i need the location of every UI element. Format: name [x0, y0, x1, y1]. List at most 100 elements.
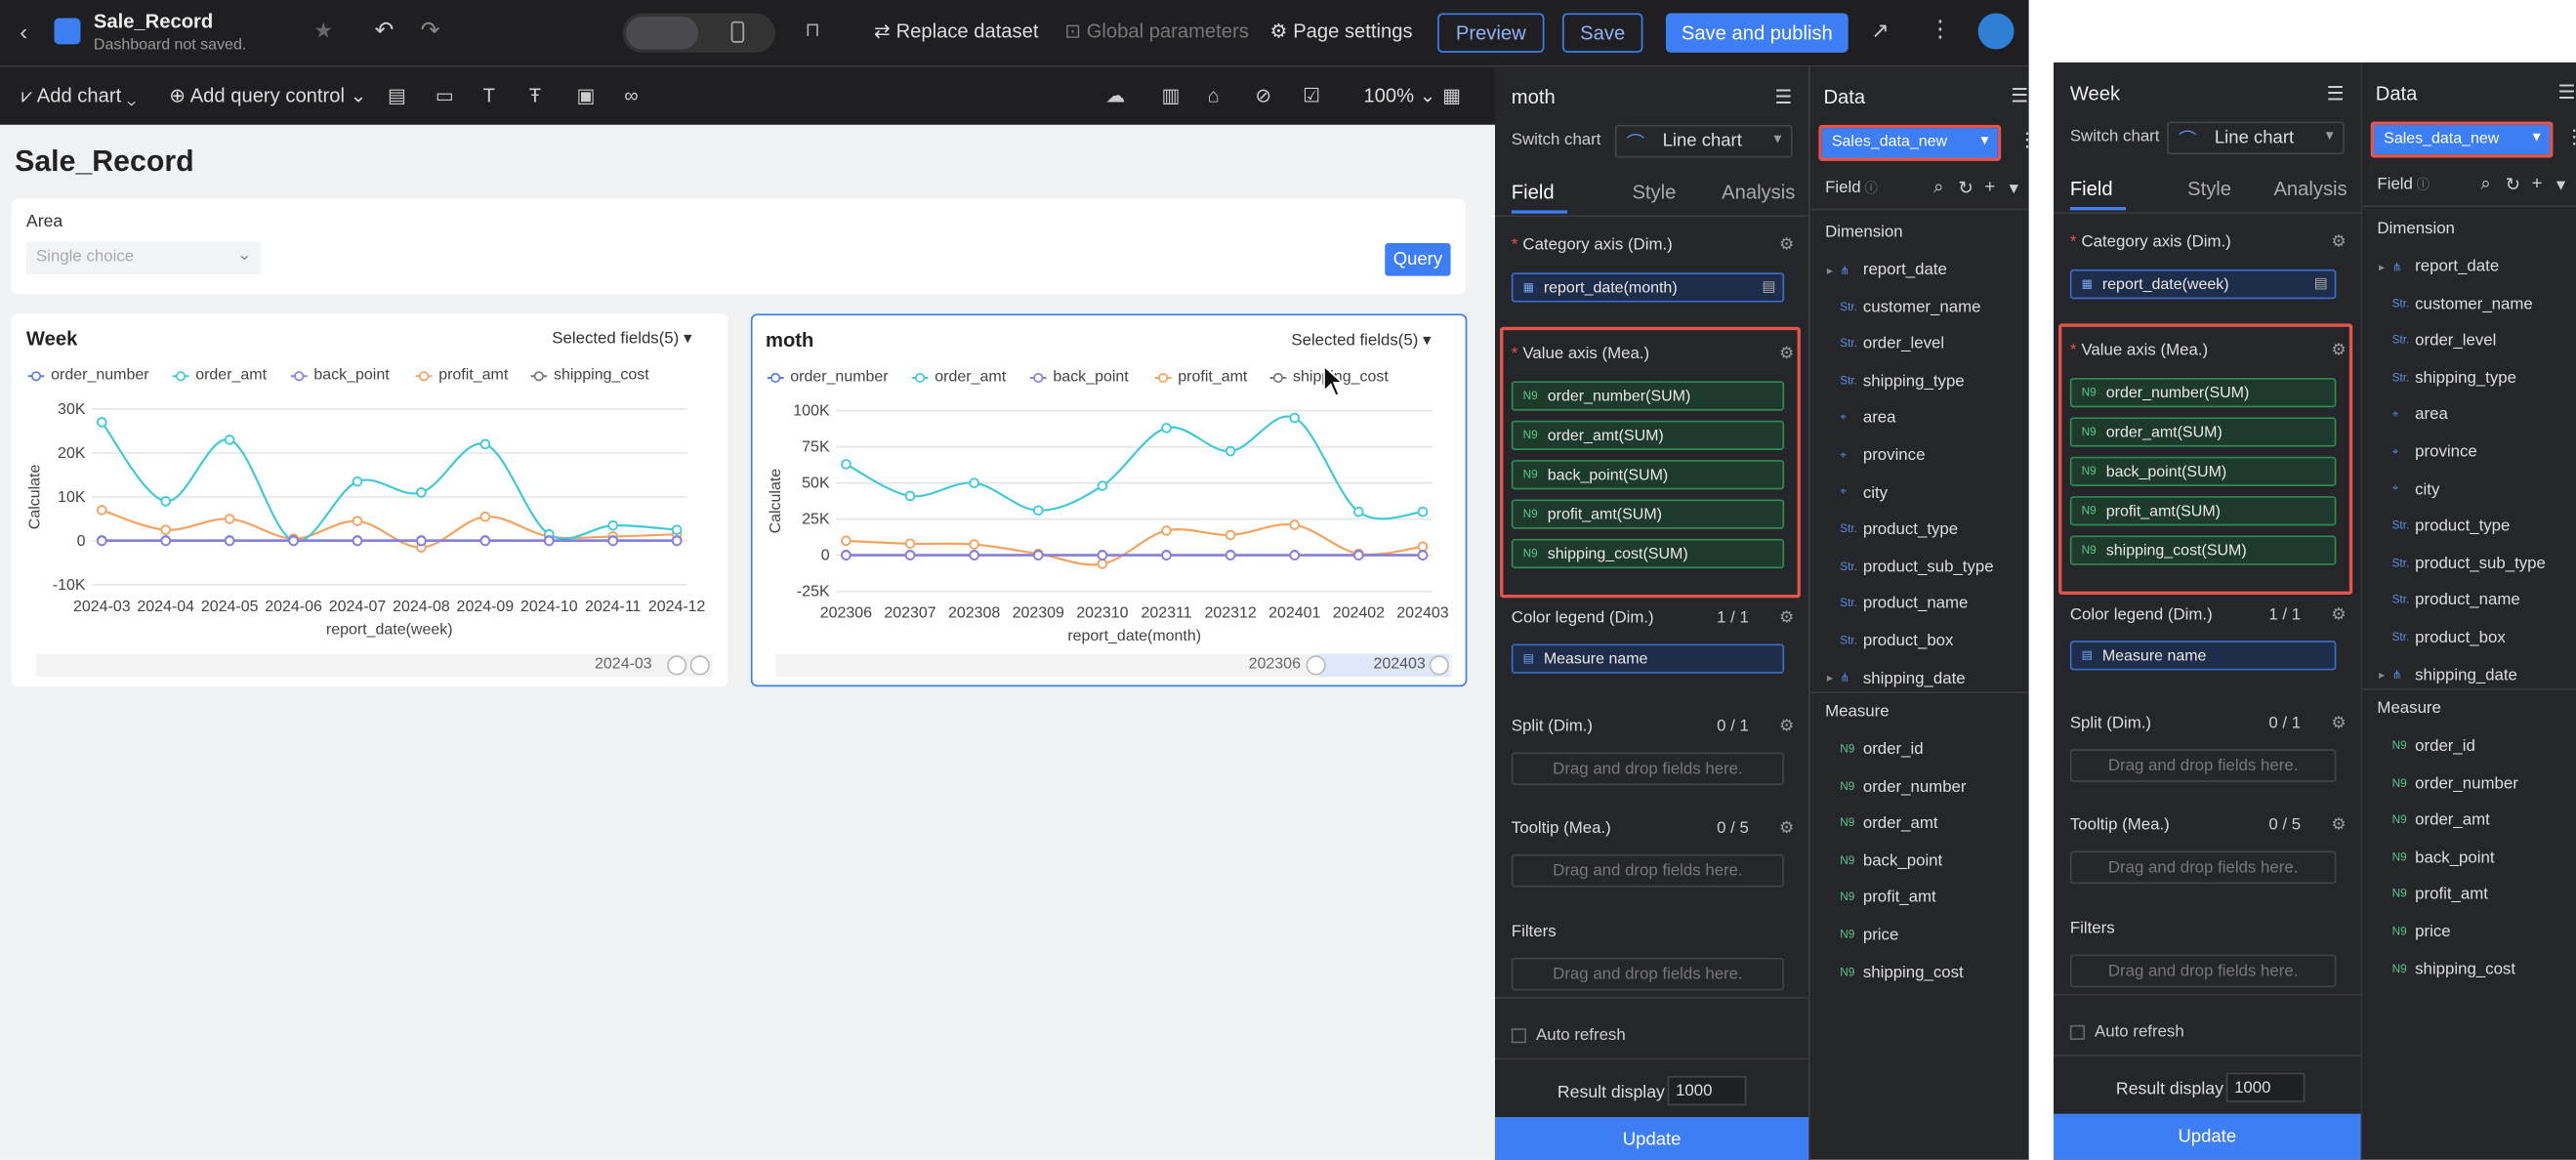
- settings-icon[interactable]: ⚙: [1779, 718, 1794, 736]
- tab-icon[interactable]: ▭: [436, 84, 454, 107]
- legend-item[interactable]: order_number: [27, 366, 149, 385]
- dimension-field[interactable]: ⌖ area: [1827, 410, 1895, 429]
- tab-analysis[interactable]: Analysis: [1722, 181, 1795, 204]
- star-icon[interactable]: ★: [313, 19, 333, 45]
- chevron-down-icon[interactable]: ▾: [2556, 174, 2565, 195]
- dataset-select[interactable]: Sales_data_new ▼: [1821, 128, 1998, 158]
- dataset-select[interactable]: Sales_data_new ▼: [2374, 124, 2551, 155]
- dimension-field[interactable]: ▸ ⋔ shipping_date: [1827, 670, 1966, 688]
- measure-field[interactable]: N9 profit_amt: [1840, 890, 1935, 908]
- search-icon[interactable]: ⌕: [1933, 178, 1943, 199]
- filters-dropzone[interactable]: Drag and drop fields here.: [2069, 954, 2337, 988]
- query-button[interactable]: Query: [1385, 242, 1451, 276]
- split-dropzone[interactable]: Drag and drop fields here.: [2069, 749, 2337, 782]
- dimension-field[interactable]: ⌖ province: [2379, 443, 2477, 462]
- selected-fields-dropdown[interactable]: Selected fields(5) ▾: [1291, 332, 1431, 351]
- dimension-field[interactable]: ⌖ province: [1827, 447, 1925, 466]
- add-chart-button[interactable]: ⩗ Add chart ⌄: [21, 84, 136, 108]
- settings-icon[interactable]: ⚙: [2331, 342, 2346, 360]
- menu-icon[interactable]: ☰: [1774, 85, 1792, 108]
- avatar[interactable]: [1977, 13, 2015, 50]
- doc-icon[interactable]: ▥: [1161, 84, 1180, 107]
- settings-icon[interactable]: ⚙: [1779, 609, 1794, 628]
- menu-icon[interactable]: ☰: [2011, 84, 2028, 107]
- measure-field[interactable]: N9 order_number: [1840, 778, 1966, 797]
- redo-icon[interactable]: ↷: [421, 17, 440, 45]
- tab-analysis[interactable]: Analysis: [2273, 178, 2347, 201]
- legend-item[interactable]: back_point: [290, 366, 390, 385]
- refresh-icon[interactable]: ↻: [2506, 174, 2521, 195]
- sort-icon[interactable]: ▤: [2314, 274, 2328, 293]
- chart-type-select[interactable]: Line chart ⌒ ▼: [2167, 121, 2345, 155]
- dimension-field[interactable]: ▸ ⋔ shipping_date: [2379, 666, 2517, 684]
- dimension-field[interactable]: ⌖ area: [2379, 406, 2448, 425]
- mobile-icon[interactable]: [730, 21, 745, 43]
- dimension-field[interactable]: ⌖ city: [1827, 484, 1888, 503]
- category-field-chip[interactable]: ▦ report_date(week) ▤: [2069, 269, 2337, 300]
- add-icon[interactable]: +: [2532, 174, 2543, 193]
- menu-icon[interactable]: ☰: [2327, 82, 2345, 105]
- settings-icon[interactable]: ⚙: [2331, 715, 2346, 733]
- legend-field-chip[interactable]: ▤ Measure name: [1511, 643, 1785, 674]
- desktop-icon[interactable]: [625, 16, 699, 50]
- chart-card-moth[interactable]: moth Selected fields(5) ▾ order_number or…: [750, 313, 1468, 687]
- dimension-field[interactable]: Str. product_type: [2379, 518, 2511, 536]
- result-display-input[interactable]: 1000: [2225, 1072, 2306, 1102]
- global-params-button[interactable]: ⊡ Global parameters: [1064, 20, 1249, 43]
- dimension-field[interactable]: Str. shipping_type: [1827, 373, 1964, 392]
- dimension-field[interactable]: Str. product_box: [1827, 633, 1953, 651]
- result-display-input[interactable]: 1000: [1667, 1075, 1747, 1106]
- refresh-icon[interactable]: ↻: [1958, 178, 1974, 198]
- chart-scrollbar[interactable]: 202306 202403: [775, 653, 1453, 678]
- measure-field[interactable]: N9 order_amt: [2392, 811, 2490, 830]
- settings-icon[interactable]: ⚙: [1779, 236, 1794, 255]
- measure-field[interactable]: N9 order_id: [1840, 741, 1923, 760]
- expand-icon[interactable]: ▸: [2379, 669, 2391, 683]
- dimension-field[interactable]: Str. product_type: [1827, 521, 1958, 540]
- settings-icon[interactable]: ⚙: [2331, 816, 2346, 835]
- category-field-chip[interactable]: ▦ report_date(month) ▤: [1511, 272, 1785, 303]
- back-icon[interactable]: ‹: [20, 19, 27, 45]
- auto-refresh-checkbox[interactable]: [2069, 1024, 2085, 1040]
- lock-icon[interactable]: ⊓: [805, 19, 820, 42]
- sort-icon[interactable]: ▤: [1762, 277, 1775, 296]
- legend-field-chip[interactable]: ▤ Measure name: [2069, 641, 2337, 671]
- preview-button[interactable]: Preview: [1437, 13, 1545, 53]
- measure-field[interactable]: N9 shipping_cost: [2392, 961, 2515, 979]
- legend-item[interactable]: order_amt: [911, 368, 1006, 386]
- more-icon[interactable]: ⋮: [1929, 15, 1952, 43]
- page-settings-button[interactable]: ⚙ Page settings: [1269, 20, 1412, 43]
- grid-icon[interactable]: ▦: [1442, 84, 1461, 107]
- chevron-down-icon[interactable]: ▾: [2010, 178, 2018, 198]
- settings-icon[interactable]: ⚙: [2331, 233, 2346, 252]
- measure-field[interactable]: N9 order_amt: [1840, 815, 1937, 834]
- value-field-chip[interactable]: N9 order_amt(SUM): [2069, 417, 2337, 447]
- rich-text-icon[interactable]: Ŧ: [529, 84, 541, 107]
- legend-item[interactable]: order_number: [767, 368, 889, 386]
- value-field-chip[interactable]: N9 shipping_cost(SUM): [1511, 538, 1785, 569]
- dimension-field[interactable]: Str. customer_name: [1827, 299, 1980, 317]
- dimension-field[interactable]: Str. order_level: [2379, 332, 2497, 351]
- dimension-field[interactable]: ▸ ⋔ report_date: [2379, 258, 2499, 276]
- value-field-chip[interactable]: N9 order_number(SUM): [2069, 377, 2337, 408]
- measure-field[interactable]: N9 shipping_cost: [1840, 964, 1963, 982]
- filters-dropzone[interactable]: Drag and drop fields here.: [1511, 957, 1785, 991]
- measure-field[interactable]: N9 price: [2392, 924, 2451, 942]
- tab-field[interactable]: Field: [1512, 181, 1555, 204]
- external-link-icon[interactable]: ↗: [1871, 19, 1889, 45]
- tooltip-dropzone[interactable]: Drag and drop fields here.: [1511, 853, 1785, 888]
- settings-icon[interactable]: ⚙: [1779, 820, 1794, 839]
- measure-field[interactable]: N9 back_point: [2392, 849, 2495, 867]
- value-field-chip[interactable]: N9 back_point(SUM): [2069, 456, 2337, 486]
- value-field-chip[interactable]: N9 profit_amt(SUM): [1511, 499, 1785, 529]
- dimension-field[interactable]: Str. product_name: [2379, 592, 2520, 610]
- settings-icon[interactable]: ⚙: [2331, 606, 2346, 625]
- tree-icon[interactable]: ⌂: [1208, 84, 1220, 107]
- value-field-chip[interactable]: N9 shipping_cost(SUM): [2069, 535, 2337, 565]
- cloud-icon[interactable]: ☁: [1105, 84, 1125, 107]
- save-publish-button[interactable]: Save and publish: [1665, 13, 1849, 53]
- chart-scrollbar[interactable]: 2024-03: [36, 653, 714, 678]
- dimension-field[interactable]: Str. shipping_type: [2379, 369, 2516, 388]
- link-icon[interactable]: ∞: [624, 84, 638, 107]
- slider-handle[interactable]: [667, 655, 687, 676]
